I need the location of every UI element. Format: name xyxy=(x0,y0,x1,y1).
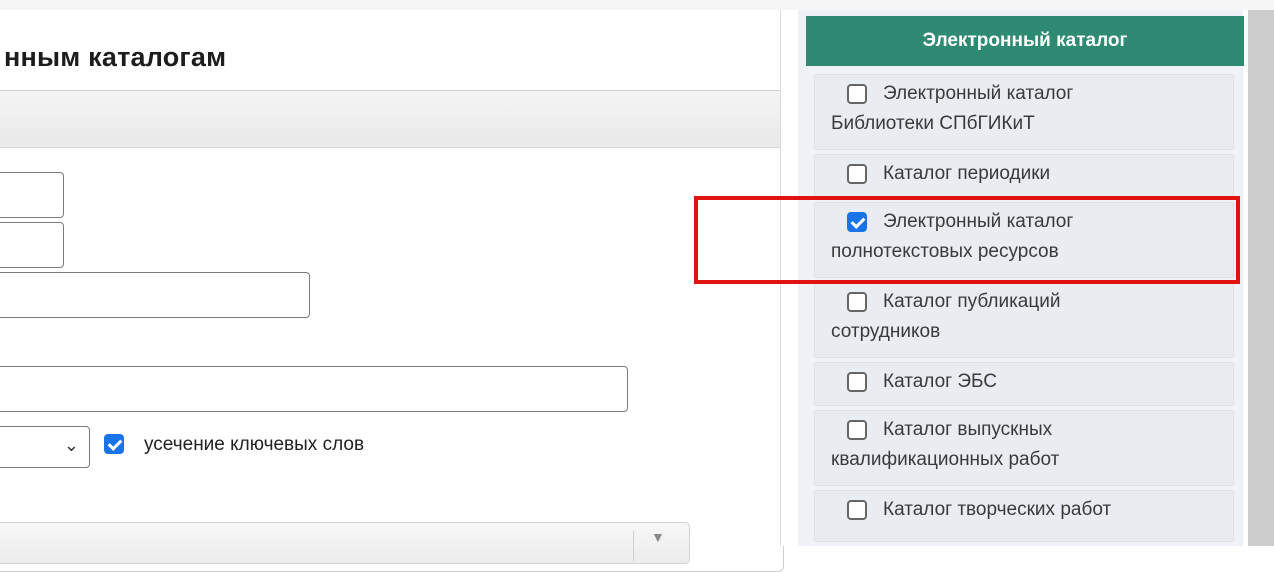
catalog-checkbox[interactable] xyxy=(847,420,867,440)
catalog-item-label: Электронный каталог xyxy=(883,83,1074,104)
catalog-item-periodicals[interactable]: Каталог периодики xyxy=(814,154,1234,198)
catalog-item-staff-publications[interactable]: Каталог публикаций сотрудников xyxy=(814,282,1234,358)
catalog-checkbox[interactable] xyxy=(847,500,867,520)
dropdown-divider xyxy=(633,531,634,561)
truncation-checkbox[interactable] xyxy=(104,434,124,454)
page-title: нным каталогам xyxy=(4,42,227,72)
catalog-item-label: Каталог ЭБС xyxy=(883,371,997,392)
truncation-label: усечение ключевых слов xyxy=(144,434,365,455)
catalog-item-label: Каталог периодики xyxy=(883,163,1051,184)
keywords-input[interactable] xyxy=(0,366,628,412)
search-panel-header xyxy=(0,91,783,148)
chevron-down-icon: ⌄ xyxy=(63,435,79,455)
caret-down-icon: ▼ xyxy=(651,529,665,545)
search-form-area: нным каталогам ⌄ усечение ключевых слов … xyxy=(0,10,784,572)
catalog-item-library[interactable]: Электронный каталог Библиотеки СПбГИКиТ xyxy=(814,74,1234,150)
search-mode-select[interactable]: ⌄ xyxy=(0,426,90,468)
catalog-item-label-line2: сотрудников xyxy=(831,321,941,342)
search-field-2[interactable] xyxy=(0,222,64,268)
catalog-item-label: Каталог публикаций xyxy=(883,291,1061,312)
catalog-item-label-line2: квалификационных работ xyxy=(831,449,1060,470)
catalog-checkbox[interactable] xyxy=(847,164,867,184)
catalog-item-label: Каталог творческих работ xyxy=(883,499,1112,520)
sidebar-header: Электронный каталог xyxy=(806,16,1244,66)
catalog-checkbox[interactable] xyxy=(847,84,867,104)
search-field-1[interactable] xyxy=(0,172,64,218)
catalog-item-creative-works[interactable]: Каталог творческих работ xyxy=(814,490,1234,542)
bottom-dropdown[interactable]: ▼ xyxy=(0,522,690,564)
search-panel xyxy=(0,90,784,572)
catalog-item-graduation-works[interactable]: Каталог выпускных квалификационных работ xyxy=(814,410,1234,486)
catalog-item-ebs[interactable]: Каталог ЭБС xyxy=(814,362,1234,406)
catalog-checkbox[interactable] xyxy=(847,292,867,312)
search-field-3[interactable] xyxy=(0,272,310,318)
highlight-annotation-box xyxy=(694,196,1240,284)
scrollbar[interactable] xyxy=(1248,10,1274,546)
catalog-item-label-line2: Библиотеки СПбГИКиТ xyxy=(831,113,1035,134)
catalog-checkbox[interactable] xyxy=(847,372,867,392)
catalog-item-label: Каталог выпускных xyxy=(883,419,1053,440)
